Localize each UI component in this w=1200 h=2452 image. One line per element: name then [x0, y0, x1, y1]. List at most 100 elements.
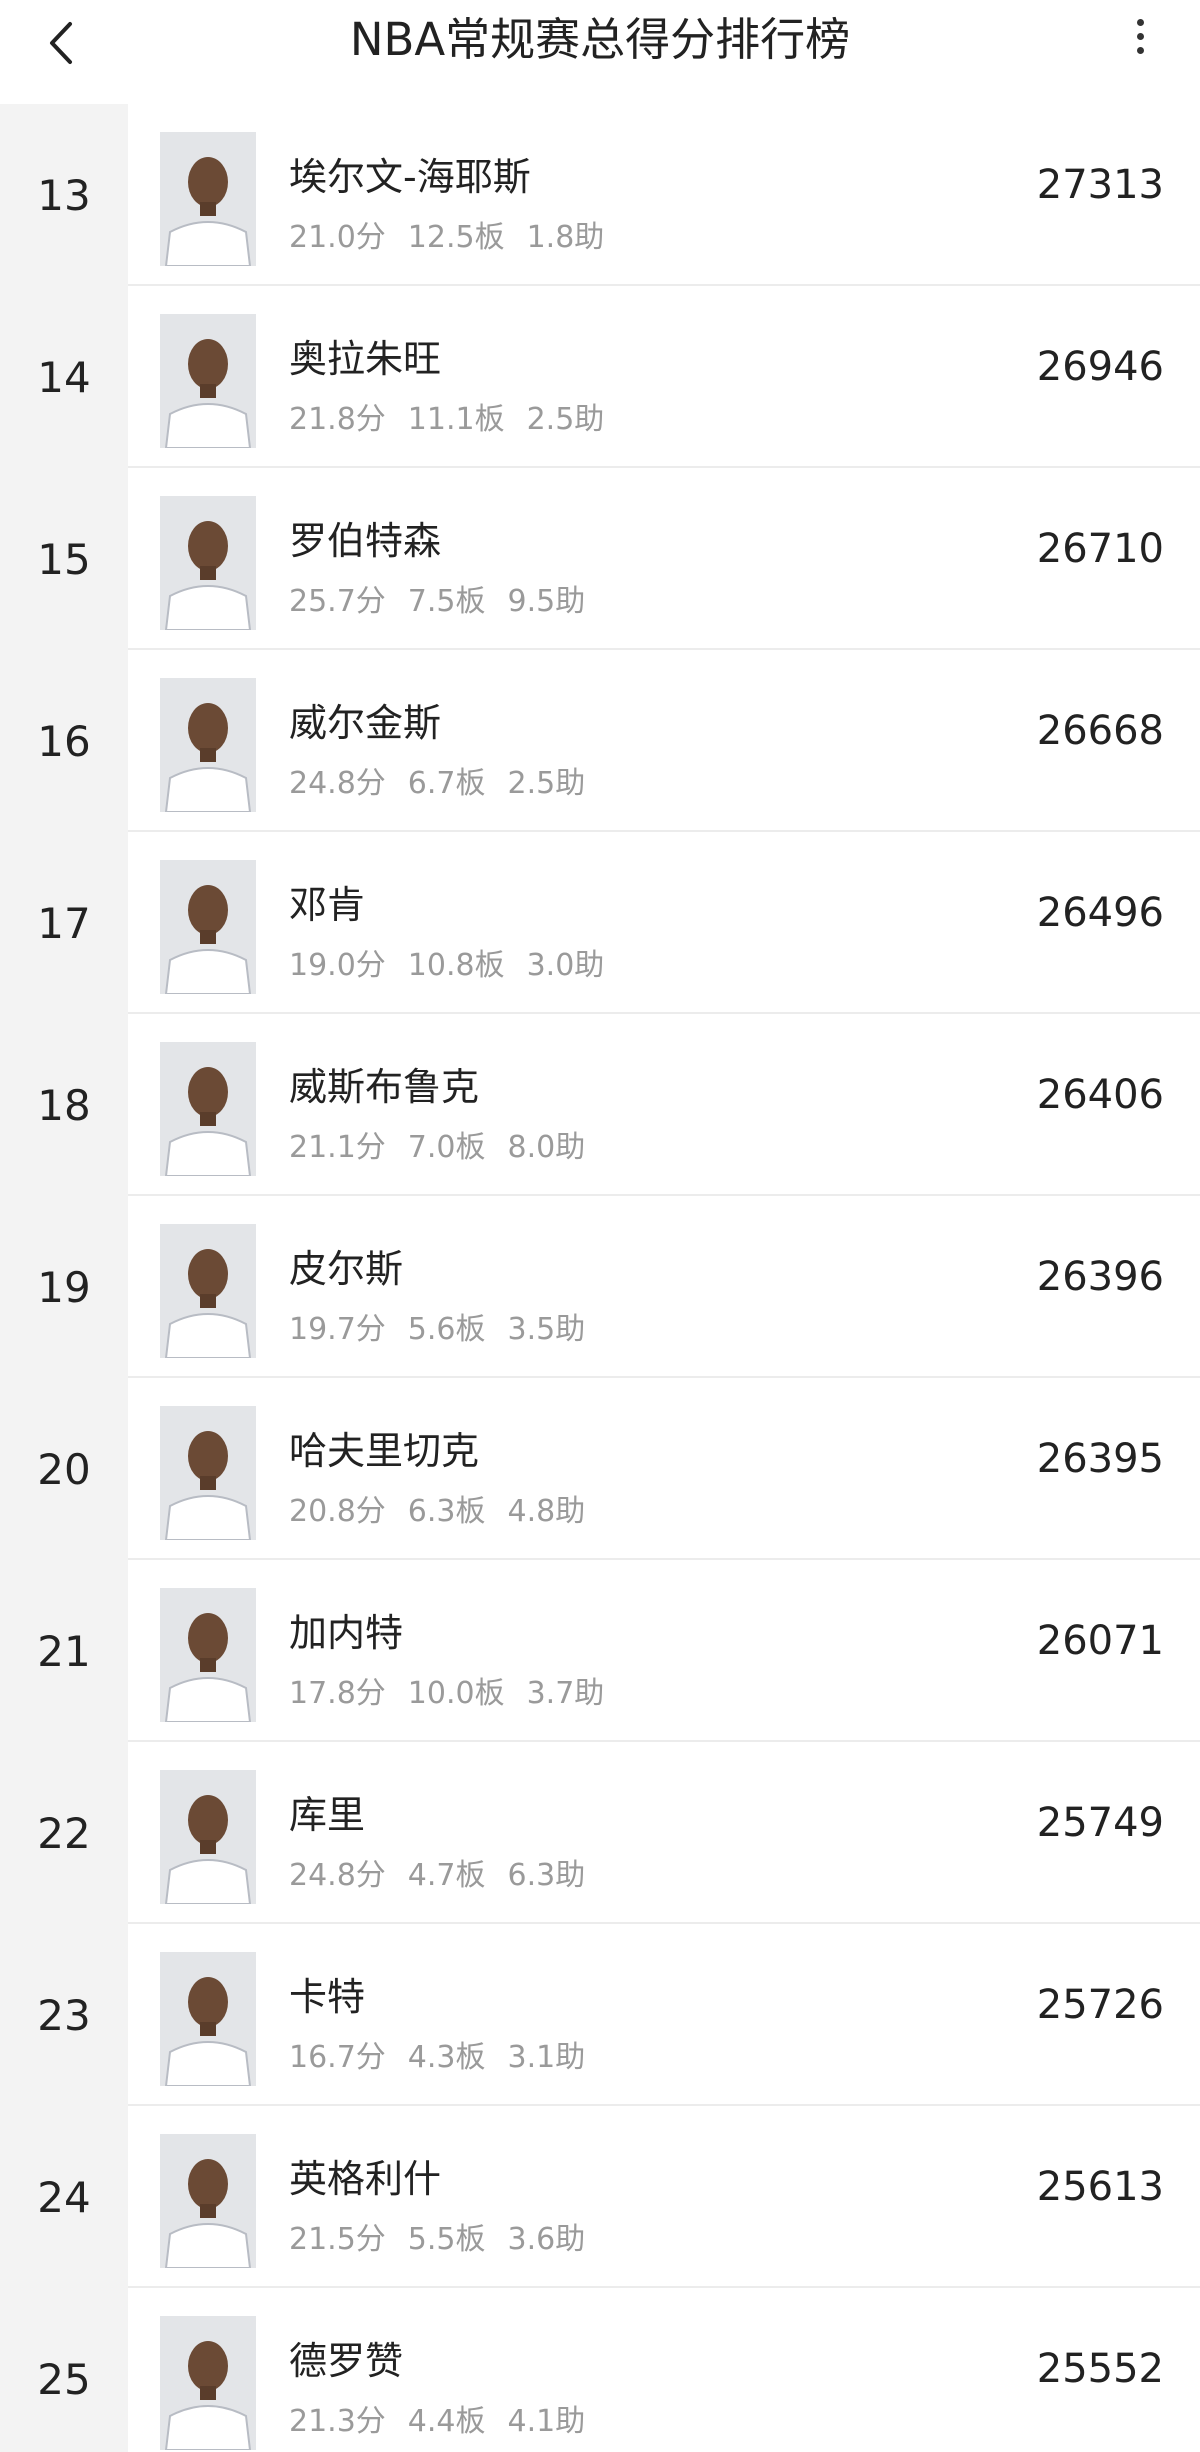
player-stats: 21.5分 5.5板 3.6助 — [289, 2214, 607, 2258]
rank-number: 23 — [37, 1990, 91, 2040]
player-avatar-icon — [160, 132, 256, 266]
total-points: 25749 — [1036, 1800, 1164, 1846]
points-per-game: 21.1分 — [289, 1130, 386, 1165]
rank-number: 15 — [37, 534, 91, 584]
player-avatar-icon — [160, 1406, 256, 1540]
rank-number: 21 — [37, 1626, 91, 1676]
rebounds-per-game: 6.7板 — [407, 766, 486, 801]
ranking-list: 13 埃尔文-海耶斯 21.0分 12.5板 1.8助 27313 14 奥拉朱… — [0, 104, 1200, 2452]
total-points: 25613 — [1036, 2164, 1164, 2210]
player-stats: 24.8分 4.7板 6.3助 — [289, 1850, 607, 1894]
rebounds-per-game: 10.8板 — [407, 948, 505, 983]
player-name: 英格利什 — [289, 2157, 442, 2201]
rank-cell: 17 — [0, 832, 128, 1014]
rebounds-per-game: 5.6板 — [407, 1312, 486, 1347]
rank-number: 25 — [37, 2354, 91, 2404]
more-button[interactable] — [1120, 12, 1160, 68]
player-avatar-icon — [160, 1952, 256, 2086]
player-avatar-icon — [160, 2316, 256, 2450]
player-name: 威斯布鲁克 — [289, 1065, 480, 1109]
app-header: NBA常规赛总得分排行榜 — [0, 0, 1200, 104]
rebounds-per-game: 7.0板 — [407, 1130, 486, 1165]
rebounds-per-game: 4.7板 — [407, 1858, 486, 1893]
player-row[interactable]: 17 邓肯 19.0分 10.8板 3.0助 26496 — [0, 832, 1200, 1014]
player-avatar — [160, 1406, 256, 1540]
assists-per-game: 4.8助 — [507, 1494, 586, 1529]
total-points: 26710 — [1036, 526, 1164, 572]
player-name: 库里 — [289, 1793, 366, 1837]
assists-per-game: 9.5助 — [507, 584, 586, 619]
assists-per-game: 4.1助 — [507, 2404, 586, 2439]
player-row[interactable]: 23 卡特 16.7分 4.3板 3.1助 25726 — [0, 1924, 1200, 2106]
rank-cell: 23 — [0, 1924, 128, 2106]
player-info: 德罗赞 21.3分 4.4板 4.1助 25552 — [128, 2288, 1200, 2452]
rank-number: 13 — [37, 170, 91, 220]
rebounds-per-game: 5.5板 — [407, 2222, 486, 2257]
rank-cell: 20 — [0, 1378, 128, 1560]
player-row[interactable]: 25 德罗赞 21.3分 4.4板 4.1助 25552 — [0, 2288, 1200, 2452]
rank-number: 14 — [37, 352, 91, 402]
player-avatar-icon — [160, 2134, 256, 2268]
player-info: 埃尔文-海耶斯 21.0分 12.5板 1.8助 27313 — [128, 104, 1200, 286]
player-row[interactable]: 22 库里 24.8分 4.7板 6.3助 25749 — [0, 1742, 1200, 1924]
player-row[interactable]: 19 皮尔斯 19.7分 5.6板 3.5助 26396 — [0, 1196, 1200, 1378]
assists-per-game: 3.6助 — [507, 2222, 586, 2257]
assists-per-game: 8.0助 — [507, 1130, 586, 1165]
rank-cell: 21 — [0, 1560, 128, 1742]
rebounds-per-game: 10.0板 — [407, 1676, 505, 1711]
points-per-game: 21.0分 — [289, 220, 386, 255]
player-row[interactable]: 21 加内特 17.8分 10.0板 3.7助 26071 — [0, 1560, 1200, 1742]
rank-cell: 25 — [0, 2288, 128, 2452]
rank-cell: 19 — [0, 1196, 128, 1378]
rebounds-per-game: 6.3板 — [407, 1494, 486, 1529]
assists-per-game: 2.5助 — [507, 766, 586, 801]
rank-number: 19 — [37, 1262, 91, 1312]
player-stats: 19.7分 5.6板 3.5助 — [289, 1304, 607, 1348]
player-row[interactable]: 24 英格利什 21.5分 5.5板 3.6助 25613 — [0, 2106, 1200, 2288]
assists-per-game: 3.5助 — [507, 1312, 586, 1347]
total-points: 26668 — [1036, 708, 1164, 754]
points-per-game: 24.8分 — [289, 766, 386, 801]
player-avatar-icon — [160, 678, 256, 812]
player-row[interactable]: 20 哈夫里切克 20.8分 6.3板 4.8助 26395 — [0, 1378, 1200, 1560]
player-row[interactable]: 16 威尔金斯 24.8分 6.7板 2.5助 26668 — [0, 650, 1200, 832]
player-avatar — [160, 678, 256, 812]
rebounds-per-game: 11.1板 — [407, 402, 505, 437]
player-name: 德罗赞 — [289, 2339, 404, 2383]
rebounds-per-game: 7.5板 — [407, 584, 486, 619]
player-stats: 21.8分 11.1板 2.5助 — [289, 394, 626, 438]
player-stats: 25.7分 7.5板 9.5助 — [289, 576, 607, 620]
player-info: 哈夫里切克 20.8分 6.3板 4.8助 26395 — [128, 1378, 1200, 1560]
player-stats: 16.7分 4.3板 3.1助 — [289, 2032, 607, 2076]
rank-cell: 24 — [0, 2106, 128, 2288]
player-avatar-icon — [160, 860, 256, 994]
player-row[interactable]: 14 奥拉朱旺 21.8分 11.1板 2.5助 26946 — [0, 286, 1200, 468]
player-info: 卡特 16.7分 4.3板 3.1助 25726 — [128, 1924, 1200, 2106]
assists-per-game: 3.0助 — [526, 948, 605, 983]
player-name: 罗伯特森 — [289, 519, 442, 563]
points-per-game: 19.0分 — [289, 948, 386, 983]
player-avatar — [160, 1588, 256, 1722]
player-avatar — [160, 1224, 256, 1358]
points-per-game: 19.7分 — [289, 1312, 386, 1347]
rank-number: 17 — [37, 898, 91, 948]
player-avatar-icon — [160, 1224, 256, 1358]
player-info: 英格利什 21.5分 5.5板 3.6助 25613 — [128, 2106, 1200, 2288]
player-avatar — [160, 1952, 256, 2086]
player-info: 库里 24.8分 4.7板 6.3助 25749 — [128, 1742, 1200, 1924]
player-row[interactable]: 15 罗伯特森 25.7分 7.5板 9.5助 26710 — [0, 468, 1200, 650]
total-points: 25552 — [1036, 2346, 1164, 2392]
player-name: 加内特 — [289, 1611, 404, 1655]
rebounds-per-game: 4.3板 — [407, 2040, 486, 2075]
total-points: 26071 — [1036, 1618, 1164, 1664]
player-avatar — [160, 2316, 256, 2450]
more-vertical-icon — [1136, 19, 1144, 26]
total-points: 27313 — [1036, 162, 1164, 208]
player-row[interactable]: 18 威斯布鲁克 21.1分 7.0板 8.0助 26406 — [0, 1014, 1200, 1196]
rank-number: 16 — [37, 716, 91, 766]
player-info: 罗伯特森 25.7分 7.5板 9.5助 26710 — [128, 468, 1200, 650]
points-per-game: 16.7分 — [289, 2040, 386, 2075]
player-stats: 21.1分 7.0板 8.0助 — [289, 1122, 607, 1166]
assists-per-game: 6.3助 — [507, 1858, 586, 1893]
player-row[interactable]: 13 埃尔文-海耶斯 21.0分 12.5板 1.8助 27313 — [0, 104, 1200, 286]
